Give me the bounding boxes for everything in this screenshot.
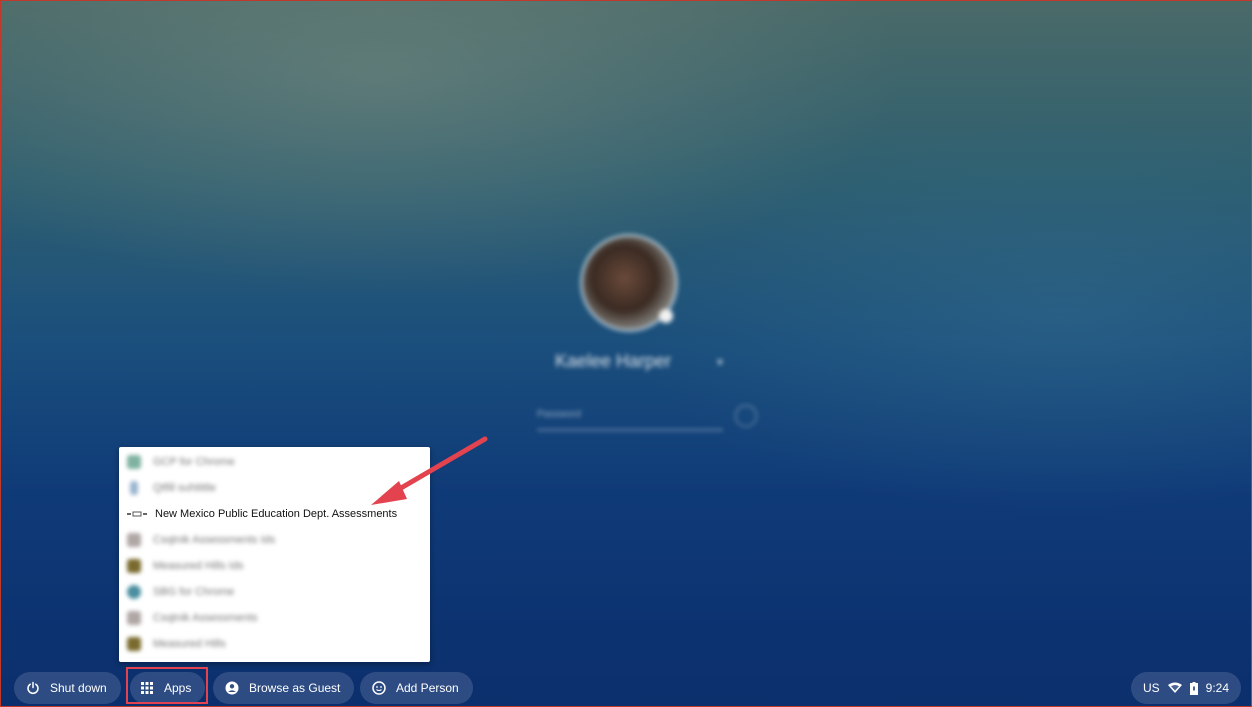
- keyboard-layout: US: [1142, 681, 1160, 695]
- add-person-icon: [372, 681, 386, 695]
- apps-annotation-box: [126, 667, 208, 704]
- power-icon: [26, 681, 40, 695]
- app-menu-item[interactable]: Csqtnik Assessments Ids: [119, 527, 430, 553]
- user-pod: Kaelee Harper ▾ Password: [521, 231, 771, 451]
- app-menu-item[interactable]: Measured Hills Ids: [119, 553, 430, 579]
- wifi-icon: [1167, 682, 1182, 694]
- shutdown-button[interactable]: Shut down: [14, 672, 121, 704]
- chevron-down-icon[interactable]: ▾: [717, 355, 723, 369]
- add-person-label: Add Person: [396, 681, 459, 695]
- app-icon: [130, 481, 138, 495]
- app-label: Csqtnik Assessments Ids: [153, 534, 276, 546]
- account-circle-icon: [225, 681, 239, 695]
- status-tray[interactable]: US 9:24: [1130, 672, 1241, 704]
- app-label: Csqtnik Assessments: [153, 612, 258, 624]
- app-menu-item[interactable]: Measured Hills: [119, 631, 430, 657]
- login-screen: Kaelee Harper ▾ Password GCP for Chrome …: [0, 0, 1252, 707]
- browse-as-guest-button[interactable]: Browse as Guest: [213, 672, 355, 704]
- browse-as-guest-label: Browse as Guest: [249, 681, 341, 695]
- add-person-button[interactable]: Add Person: [360, 672, 473, 704]
- shutdown-label: Shut down: [50, 681, 107, 695]
- app-label: Qtfill suhtittle: [153, 482, 216, 494]
- app-label: GCP for Chrome: [153, 456, 235, 468]
- app-menu-item[interactable]: SBG for Chrome: [119, 579, 430, 605]
- app-menu-item[interactable]: Csqtnik Assessments: [119, 605, 430, 631]
- submit-arrow-icon[interactable]: [735, 405, 757, 427]
- user-name[interactable]: Kaelee Harper: [555, 351, 671, 372]
- app-icon: [127, 533, 141, 547]
- password-field[interactable]: Password: [537, 409, 581, 420]
- app-icon: [127, 611, 141, 625]
- app-label: Measured Hills Ids: [153, 560, 244, 572]
- app-label: SBG for Chrome: [153, 586, 235, 598]
- avatar-badge: [659, 309, 673, 323]
- app-icon: [127, 559, 141, 573]
- app-icon: [127, 585, 141, 599]
- password-underline: [537, 429, 723, 431]
- app-icon: [127, 637, 141, 651]
- app-label: Measured Hills: [153, 638, 226, 650]
- annotation-arrow-icon: [371, 436, 488, 505]
- clock-time: 9:24: [1205, 681, 1229, 695]
- nm-ped-logo-icon: [127, 507, 147, 521]
- battery-icon: [1189, 681, 1198, 695]
- app-icon: [127, 455, 141, 469]
